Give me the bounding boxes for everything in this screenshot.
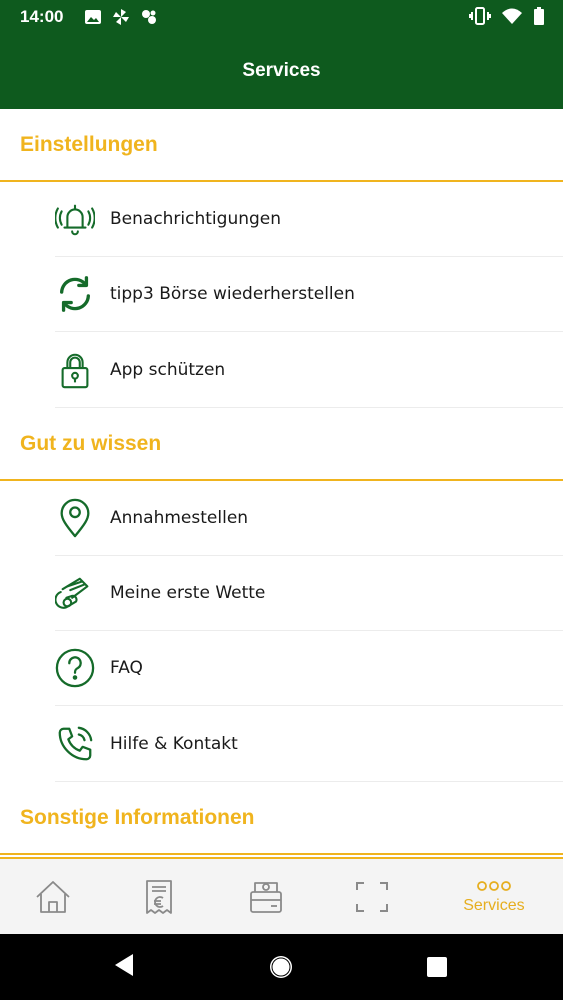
question-icon — [55, 646, 95, 690]
wifi-icon — [502, 8, 522, 24]
list-item-label: Annahmestellen — [110, 508, 249, 528]
list-item-label: Meine erste Wette — [110, 583, 266, 603]
status-time: 14:00 — [20, 7, 64, 26]
list-item-app-schuetzen[interactable]: App schützen — [55, 332, 563, 407]
scan-icon — [355, 881, 388, 912]
list-item-label: Hilfe & Kontakt — [110, 733, 238, 754]
list-item-label: tipp3 Börse wiederherstellen — [110, 284, 355, 304]
notification-icons — [84, 8, 158, 26]
list-item-boerse-wiederherstellen[interactable]: tipp3 Börse wiederherstellen — [55, 257, 563, 332]
nav-receipts[interactable] — [106, 859, 212, 934]
section-title: Einstellungen — [20, 132, 158, 156]
image-icon — [85, 10, 101, 24]
section-title: Sonstige Informationen — [20, 805, 255, 829]
home-icon — [36, 880, 70, 913]
vibrate-icon — [469, 7, 491, 25]
list-item-annahmestellen[interactable]: Annahmestellen — [55, 481, 563, 556]
section-header-sonstige-informationen: Sonstige Informationen — [0, 782, 563, 855]
back-icon[interactable] — [113, 952, 137, 978]
section-header-einstellungen: Einstellungen — [0, 109, 563, 182]
home-button-icon[interactable] — [268, 954, 294, 980]
ticket-hand-icon — [55, 571, 95, 615]
recents-icon[interactable] — [426, 956, 448, 978]
lock-icon — [55, 348, 95, 392]
nav-services-label: Services — [463, 896, 525, 914]
phone-icon — [55, 722, 95, 766]
receipt-euro-icon — [146, 879, 173, 914]
list-item-label: App schützen — [110, 359, 226, 380]
location-pin-icon — [55, 496, 95, 540]
list-item-label: FAQ — [110, 658, 143, 678]
list-item-meine-erste-wette[interactable]: Meine erste Wette — [55, 556, 563, 631]
nav-home[interactable] — [0, 859, 106, 934]
list-item-benachrichtigungen[interactable]: Benachrichtigungen — [55, 182, 563, 257]
app-header: Services — [0, 33, 563, 109]
more-dots-icon — [477, 880, 511, 891]
game-icon — [142, 10, 156, 24]
wallet-icon — [249, 881, 282, 913]
services-list[interactable]: Einstellungen Benachrichtigungen tipp3 B… — [0, 109, 563, 857]
page-title: Services — [242, 60, 321, 81]
bottom-navigation: Services — [0, 857, 563, 934]
section-header-gut-zu-wissen: Gut zu wissen — [0, 408, 563, 481]
nav-wallet[interactable] — [212, 859, 318, 934]
status-bar: 14:00 — [0, 0, 563, 33]
nav-scan[interactable] — [319, 859, 425, 934]
pinwheel-icon — [113, 9, 129, 25]
bell-icon — [55, 197, 95, 241]
list-item-label: Benachrichtigungen — [110, 209, 282, 229]
list-item-faq[interactable]: FAQ — [55, 631, 563, 706]
android-navigation-bar — [0, 934, 563, 1000]
system-icons — [469, 7, 545, 25]
nav-services[interactable]: Services — [425, 859, 563, 934]
battery-icon — [534, 7, 544, 25]
section-title: Gut zu wissen — [20, 431, 162, 455]
refresh-icon — [55, 272, 95, 316]
list-item-hilfe-kontakt[interactable]: Hilfe & Kontakt — [55, 706, 563, 781]
